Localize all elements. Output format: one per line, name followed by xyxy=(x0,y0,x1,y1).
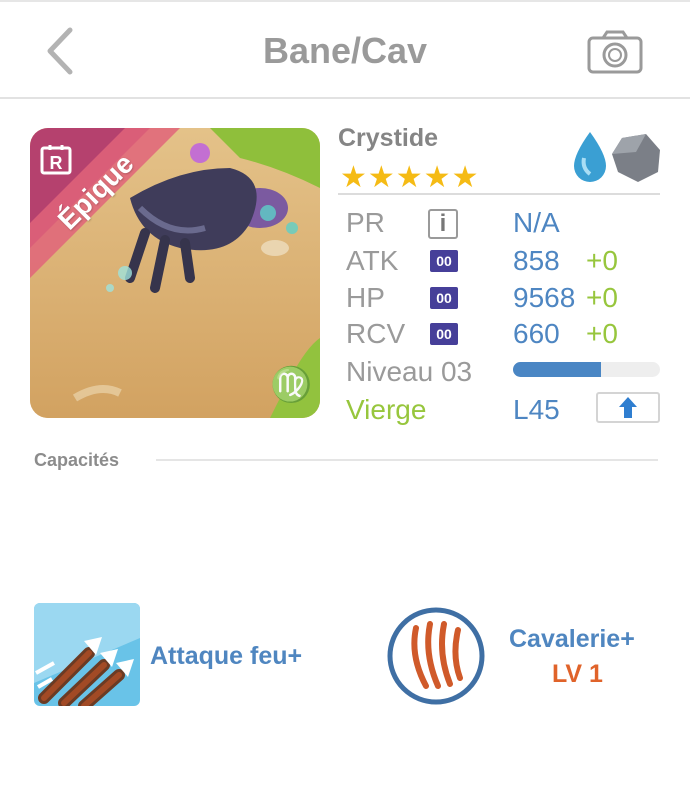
virgo-icon: ♍ xyxy=(270,366,313,404)
water-icon xyxy=(574,132,606,182)
level-progress-fill xyxy=(513,362,601,377)
abilities-divider xyxy=(156,459,658,461)
atk-plus-badge[interactable]: 00 xyxy=(430,250,458,272)
zodiac-sign: Vierge xyxy=(346,394,427,425)
level-up-button[interactable] xyxy=(596,392,660,423)
pr-label: PR xyxy=(346,207,385,238)
element-icons xyxy=(574,132,660,182)
star-rating: ★★★★★ xyxy=(340,161,480,194)
rcv-label: RCV xyxy=(346,318,406,349)
atk-label: ATK xyxy=(346,245,399,276)
hp-bonus: +0 xyxy=(586,282,618,313)
rarity-r-icon: R xyxy=(40,145,72,175)
rcv-value: 660 xyxy=(513,318,560,349)
max-level: L45 xyxy=(513,394,560,425)
abilities-label: Capacités xyxy=(34,450,120,470)
rcv-plus-badge[interactable]: 00 xyxy=(430,323,458,345)
atk-bonus: +0 xyxy=(586,245,618,276)
camera-icon[interactable] xyxy=(587,30,643,74)
rock-icon xyxy=(612,134,660,182)
monster-name: Crystide xyxy=(338,124,439,152)
stats-divider xyxy=(338,193,660,195)
hp-plus-badge[interactable]: 00 xyxy=(430,287,458,309)
hp-label: HP xyxy=(346,282,385,313)
rarity-letter: R xyxy=(50,153,63,173)
fire-arrows-icon[interactable] xyxy=(34,603,140,706)
navigation-bar: Bane/Cav xyxy=(0,2,690,99)
level-label: Niveau 03 xyxy=(346,356,473,387)
hp-value: 9568 xyxy=(513,282,576,313)
arrow-up-icon xyxy=(619,397,637,418)
atk-value: 858 xyxy=(513,245,560,276)
active-skill-name[interactable]: Attaque feu+ xyxy=(150,642,302,671)
leader-skill-level: LV 1 xyxy=(552,660,603,688)
info-icon[interactable]: i xyxy=(428,209,458,239)
pr-value: N/A xyxy=(513,207,560,238)
rcv-bonus: +0 xyxy=(586,318,618,349)
claw-marks-icon[interactable] xyxy=(386,606,486,706)
leader-skill-name[interactable]: Cavalerie+ xyxy=(509,625,635,654)
